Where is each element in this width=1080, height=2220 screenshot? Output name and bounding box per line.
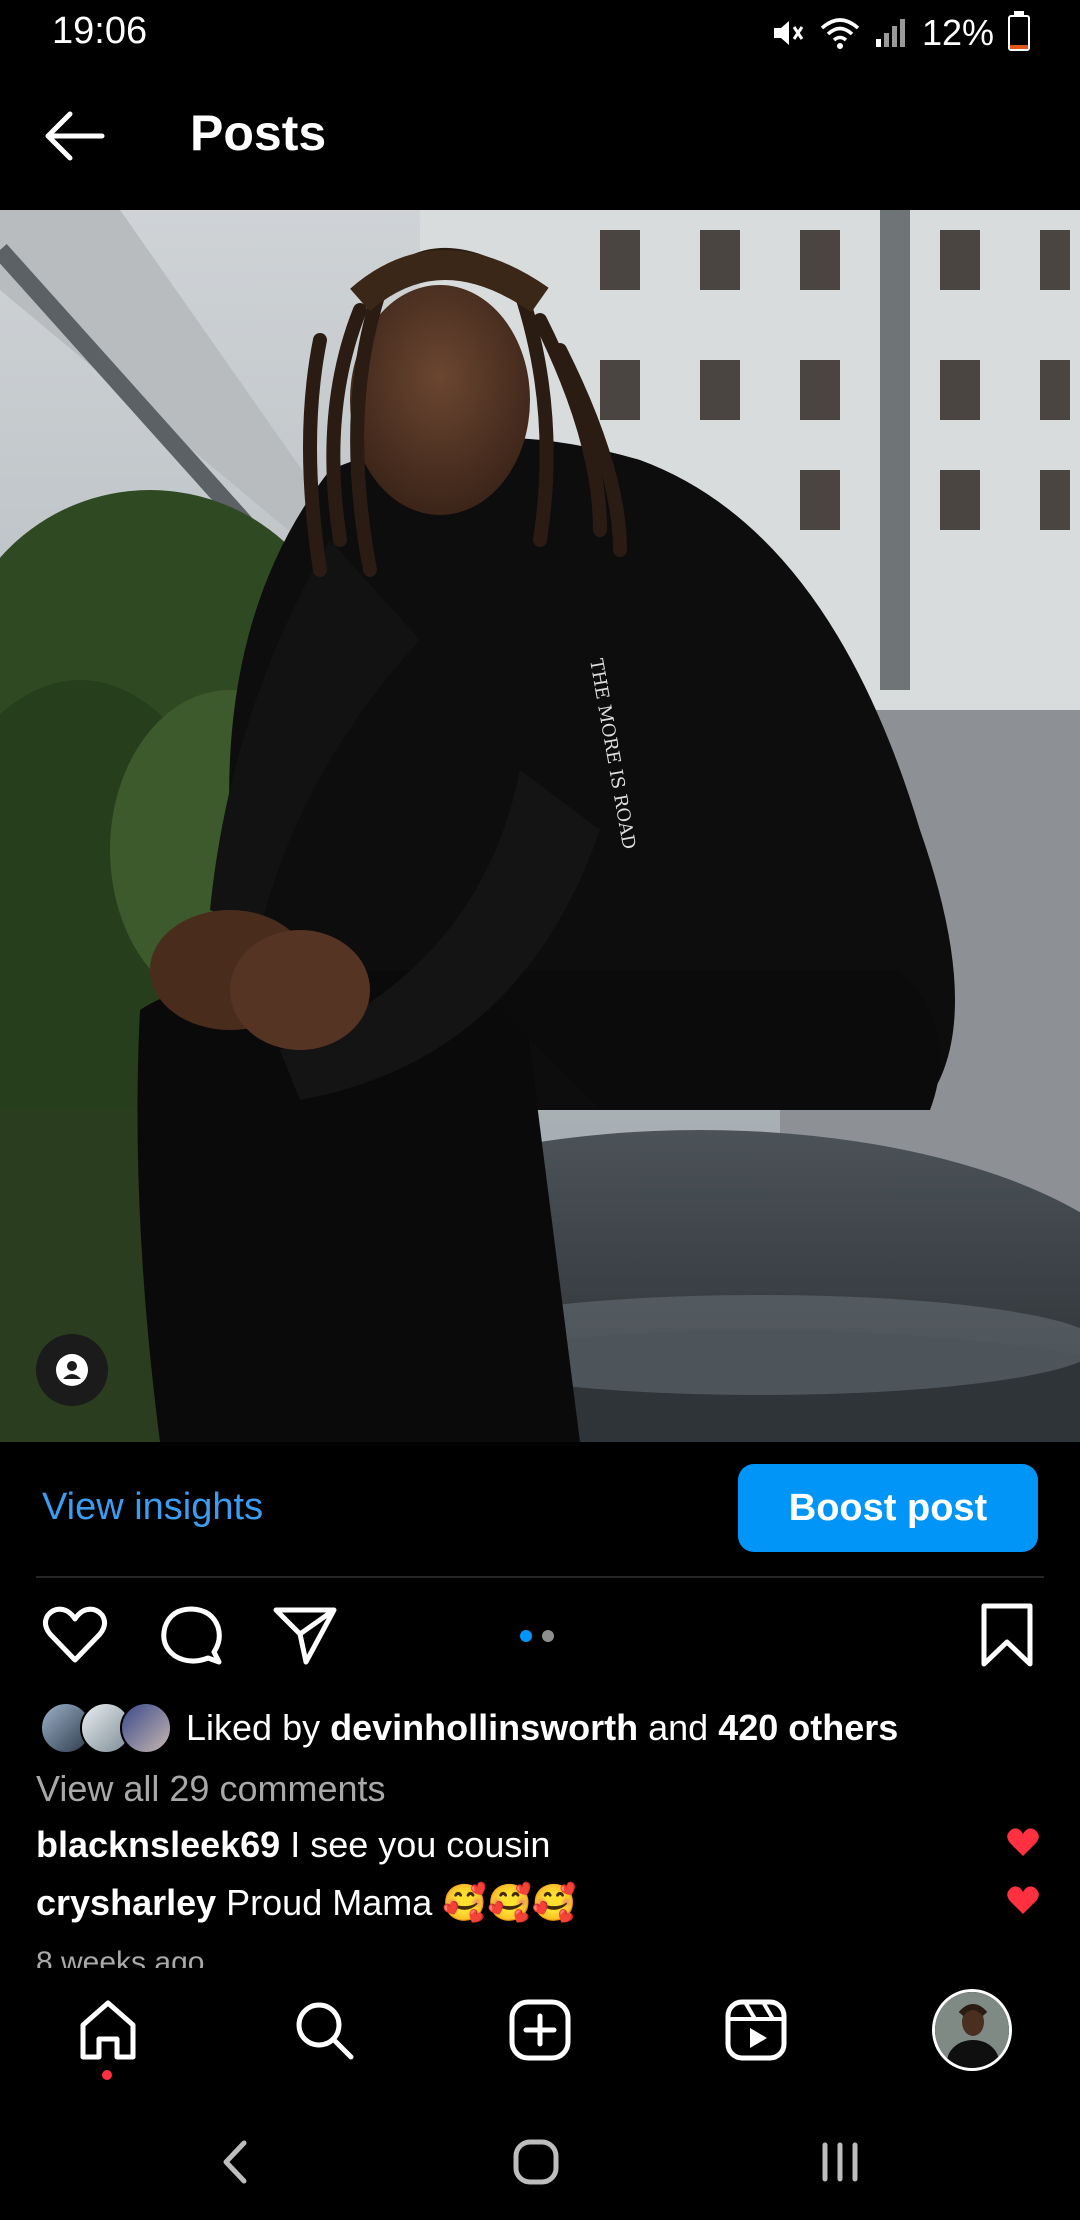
system-home-button[interactable]	[496, 2132, 576, 2192]
user-tag-icon	[56, 1354, 88, 1386]
system-recents-button[interactable]	[800, 2132, 880, 2192]
photo-illustration: THE MORE IS ROAD	[0, 210, 1080, 1442]
arrow-left-icon	[45, 111, 105, 161]
likes-count[interactable]: 420 others	[718, 1707, 898, 1749]
nav-reels[interactable]	[716, 1990, 796, 2070]
system-back-button[interactable]	[196, 2132, 276, 2192]
app-bar: Posts	[0, 64, 1080, 210]
profile-avatar	[932, 1989, 1012, 2071]
likes-prefix: Liked by	[186, 1707, 321, 1748]
likes-middle: and	[648, 1707, 709, 1748]
mute-icon	[773, 21, 804, 45]
battery-fill	[1010, 45, 1028, 49]
carousel-dot	[520, 1630, 532, 1642]
send-icon	[273, 1607, 337, 1665]
post-timestamp: 8 weeks ago	[36, 1946, 205, 1968]
signal-icon	[875, 19, 905, 47]
carousel-indicator	[520, 1630, 554, 1642]
recents-icon	[822, 2142, 858, 2182]
create-icon	[509, 1999, 571, 2061]
nav-create[interactable]	[500, 1990, 580, 2070]
share-button[interactable]	[270, 1600, 340, 1670]
liker-username[interactable]: devinhollinsworth	[330, 1707, 638, 1749]
view-insights-link[interactable]: View insights	[42, 1486, 263, 1529]
clock: 19:06	[52, 10, 148, 52]
comment-heart-icon[interactable]	[1006, 1884, 1040, 1916]
boost-post-button[interactable]: Boost post	[738, 1464, 1038, 1552]
home-active-dot	[102, 2070, 112, 2080]
post-actions	[0, 1600, 1080, 1680]
save-button[interactable]	[972, 1600, 1042, 1670]
battery-percent: 12%	[921, 12, 994, 53]
comment-button[interactable]	[156, 1600, 226, 1670]
comment-username[interactable]: blacknsleek69	[36, 1824, 280, 1865]
nav-home[interactable]	[68, 1990, 148, 2070]
search-icon	[296, 2002, 354, 2060]
nav-profile[interactable]	[932, 1989, 1012, 2071]
comment-row: blacknsleek69 I see you cousin	[36, 1824, 550, 1866]
like-button[interactable]	[40, 1600, 110, 1670]
likes-summary[interactable]: Liked by devinhollinsworth and 420 other…	[40, 1702, 898, 1754]
comment-text: Proud Mama 🥰🥰🥰	[226, 1882, 577, 1923]
carousel-dot	[542, 1630, 554, 1642]
heart-icon	[42, 1606, 108, 1663]
comment-icon	[161, 1606, 222, 1665]
divider	[36, 1576, 1044, 1578]
wifi-icon	[820, 18, 860, 49]
home-icon	[80, 2000, 136, 2060]
reels-icon	[725, 1999, 787, 2061]
post-photo[interactable]: THE MORE IS ROAD	[0, 210, 1080, 1442]
insights-bar: View insights Boost post	[0, 1442, 1080, 1577]
tagged-people-button[interactable]	[36, 1334, 108, 1406]
back-button[interactable]	[40, 106, 110, 166]
system-navigation	[0, 2098, 1080, 2220]
comment-username[interactable]: crysharley	[36, 1882, 216, 1923]
liker-avatars	[40, 1702, 172, 1754]
status-icons: 12%	[770, 11, 1030, 54]
page-title: Posts	[190, 105, 327, 161]
comment-heart-icon[interactable]	[1006, 1826, 1040, 1858]
status-bar: 19:06 12%	[0, 0, 1080, 64]
avatar	[120, 1702, 172, 1754]
comment-row: crysharley Proud Mama 🥰🥰🥰	[36, 1882, 577, 1924]
view-all-comments-link[interactable]: View all 29 comments	[36, 1768, 386, 1810]
home-square-icon	[513, 2139, 559, 2185]
chevron-left-icon	[223, 2140, 247, 2184]
battery-icon	[1008, 11, 1030, 51]
comment-text: I see you cousin	[290, 1824, 551, 1865]
nav-search[interactable]	[284, 1990, 364, 2070]
bottom-navigation	[0, 1968, 1080, 2098]
bookmark-icon	[981, 1603, 1033, 1667]
